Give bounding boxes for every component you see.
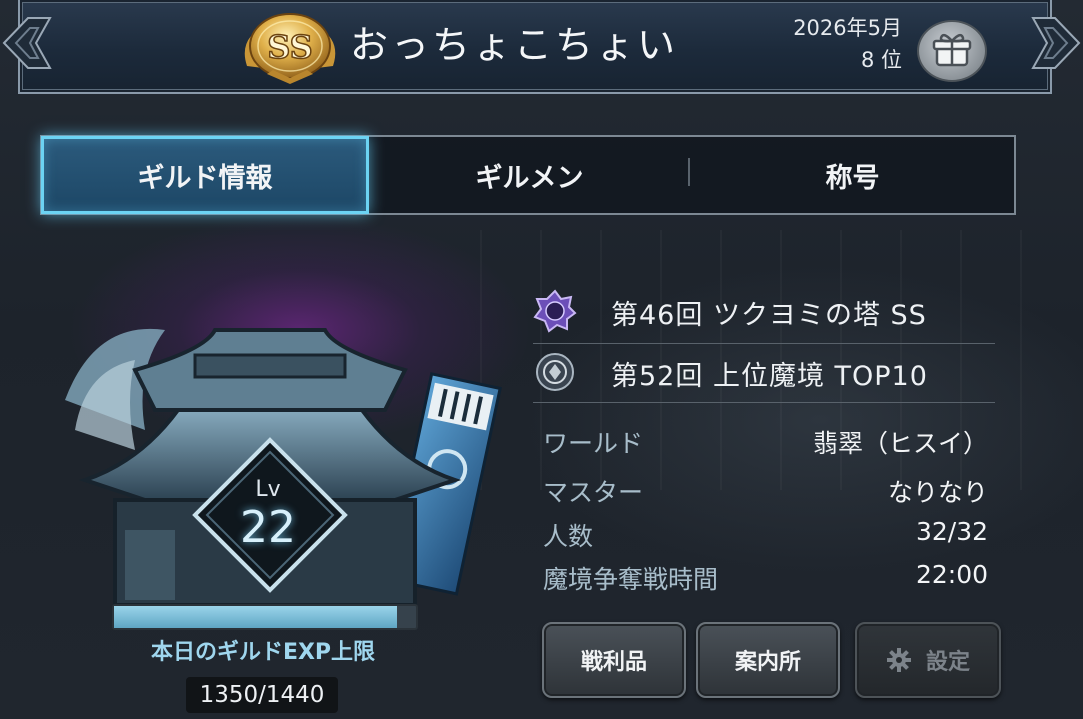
silver-crest-icon: [536, 353, 574, 391]
info-value-members: 32/32: [915, 517, 988, 546]
title-row: 第52回 上位魔境 TOP10: [533, 350, 995, 396]
tab-guild-members[interactable]: ギルメン: [368, 137, 691, 213]
info-desk-button[interactable]: 案内所: [696, 622, 840, 698]
gear-icon: [886, 648, 911, 672]
info-value-world: 翡翠（ヒスイ）: [812, 429, 988, 458]
tab-bar: ギルド情報 ギルメン 称号: [40, 135, 1016, 215]
rank-badge-text: SS: [267, 28, 313, 66]
header-left-ornament: [2, 17, 52, 69]
exp-progress-bar: [112, 604, 418, 630]
purple-crest-icon: [533, 289, 577, 333]
title-divider: [533, 343, 995, 344]
info-label-members: 人数: [543, 522, 594, 551]
player-name: おっちょこちょい: [350, 23, 679, 67]
title-divider: [533, 402, 995, 403]
tab-divider: [688, 158, 690, 186]
exp-value-box: 1350/1440: [186, 677, 338, 713]
tab-guild-info[interactable]: ギルド情報: [41, 136, 369, 214]
header-right-ornament: [1031, 17, 1081, 69]
info-label-world: ワールド: [543, 429, 644, 458]
level-label: Lv: [255, 477, 281, 502]
title-text: 第52回 上位魔境 TOP10: [611, 361, 928, 392]
title-row: 第46回 ツクヨミの塔 SS: [533, 289, 995, 335]
guild-level: 22: [240, 502, 296, 553]
settings-button-label: 設定: [925, 650, 970, 675]
info-label-battle-time: 魔境争奪戦時間: [543, 565, 719, 594]
spoils-button[interactable]: 戦利品: [542, 622, 686, 698]
rank-place: 8 位: [860, 48, 902, 72]
info-label-master: マスター: [543, 478, 644, 507]
settings-button[interactable]: 設定: [855, 622, 1001, 698]
gift-icon: [932, 33, 972, 67]
info-value-battle-time: 22:00: [915, 560, 988, 589]
gift-button[interactable]: [917, 20, 987, 82]
exp-value: 1350/1440: [199, 682, 325, 708]
rank-date: 2026年5月: [793, 16, 902, 40]
exp-progress-fill: [114, 606, 398, 628]
info-value-master: なりなり: [887, 478, 988, 507]
exp-limit-label: 本日のギルドEXP上限: [150, 640, 376, 665]
guild-emblem: [65, 328, 502, 607]
tab-titles[interactable]: 称号: [691, 137, 1014, 213]
title-text: 第46回 ツクヨミの塔 SS: [611, 300, 927, 331]
ss-rank-medal-icon: SS: [244, 13, 336, 84]
